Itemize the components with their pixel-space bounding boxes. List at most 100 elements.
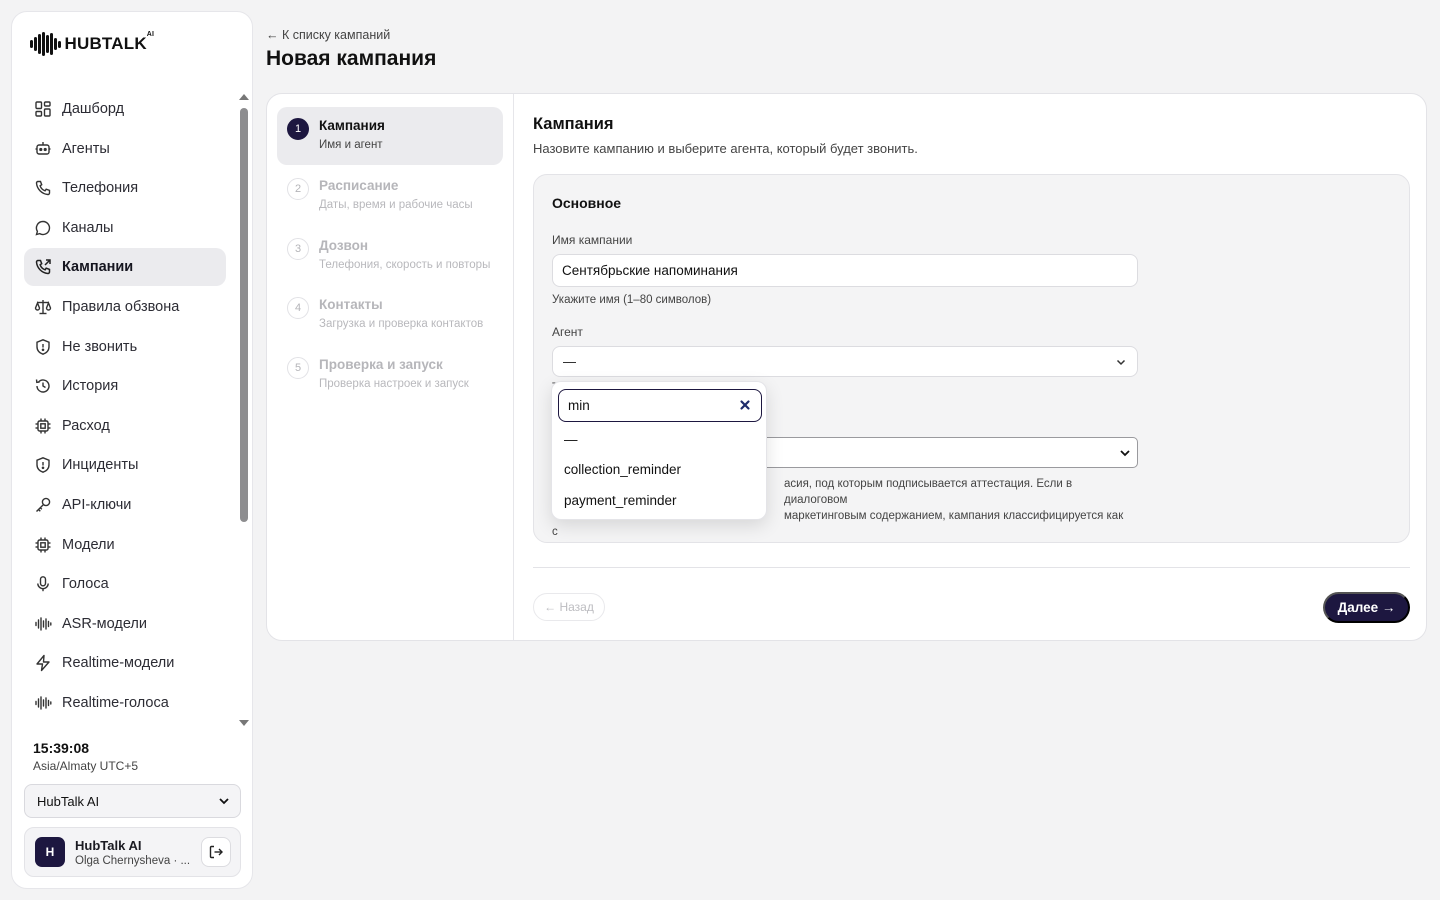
wizard-step-review-launch[interactable]: 5 Проверка и запуск Проверка настроек и … <box>277 346 503 404</box>
step-number: 3 <box>287 238 309 260</box>
clock-timezone: Asia/Almaty UTC+5 <box>33 759 139 773</box>
logout-icon <box>209 845 223 859</box>
agent-search-input[interactable]: min <box>558 389 762 422</box>
waveform-icon <box>35 617 52 631</box>
sidebar-item-agents[interactable]: Агенты <box>24 130 226 168</box>
sidebar-item-dashboard[interactable]: Дашборд <box>24 90 226 128</box>
sidebar-item-realtime-voices[interactable]: Realtime-голоса <box>24 684 226 722</box>
step-subtitle: Загрузка и проверка контактов <box>319 318 484 330</box>
sidebar-item-do-not-call[interactable]: Не звонить <box>24 328 226 366</box>
step-subtitle: Имя и агент <box>319 139 383 151</box>
sidebar-item-campaigns[interactable]: Кампании <box>24 248 226 287</box>
sidebar-item-realtime-models[interactable]: Realtime-модели <box>24 644 226 682</box>
divider <box>533 567 1410 568</box>
lightning-icon <box>36 655 50 672</box>
chevron-down-icon <box>1120 449 1130 456</box>
step-title: Дозвон <box>319 238 369 253</box>
wizard-step-contacts[interactable]: 4 Контакты Загрузка и проверка контактов <box>277 286 503 344</box>
agent-option[interactable]: payment_reminder <box>564 493 677 508</box>
sidebar-item-label: ASR-модели <box>62 615 147 632</box>
chat-icon <box>35 220 51 236</box>
step-title: Расписание <box>319 178 399 193</box>
clear-search-icon[interactable] <box>738 398 752 412</box>
shield-alert-icon <box>36 457 50 474</box>
wizard-step-schedule[interactable]: 2 Расписание Даты, время и рабочие часы <box>277 167 503 225</box>
campaign-name-input[interactable]: Сентябрьские напоминания <box>552 254 1138 287</box>
organization-select-value: HubTalk AI <box>37 793 100 809</box>
agent-option[interactable]: collection_reminder <box>564 462 681 477</box>
page-title: Новая кампания <box>266 47 437 70</box>
panel-title: Основное <box>552 195 622 211</box>
next-button[interactable]: Далее → <box>1323 592 1410 623</box>
step-subtitle: Проверка настроек и запуск <box>319 378 469 390</box>
chip-icon <box>35 537 51 553</box>
sidebar-item-label: Realtime-модели <box>62 655 175 672</box>
logout-button[interactable] <box>201 837 231 867</box>
scrollbar-thumb[interactable] <box>240 108 248 522</box>
back-button[interactable]: ← Назад <box>533 593 605 621</box>
wizard-step-dialing[interactable]: 3 Дозвон Телефония, скорость и повторы <box>277 227 503 285</box>
scale-icon <box>34 299 52 315</box>
sidebar-item-asr-models[interactable]: ASR-модели <box>24 605 226 643</box>
step-subtitle: Телефония, скорость и повторы <box>319 259 491 271</box>
sidebar-item-label: Агенты <box>62 140 110 157</box>
chevron-down-icon <box>1116 359 1126 365</box>
sidebar-item-voices[interactable]: Голоса <box>24 565 226 603</box>
step-title: Кампания <box>319 118 385 133</box>
waveform-icon <box>35 696 52 710</box>
sidebar-item-dial-rules[interactable]: Правила обзвона <box>24 288 226 326</box>
key-icon <box>36 497 51 512</box>
step-title: Контакты <box>319 297 383 312</box>
sidebar: HUBTALKAI Дашборд Агенты Телефония Канал… <box>11 11 253 889</box>
clock: 15:39:08 Asia/Almaty UTC+5 <box>33 740 138 773</box>
step-number: 1 <box>287 118 309 140</box>
section-description: Назовите кампанию и выберите агента, кот… <box>533 141 918 156</box>
agent-select-value: — <box>563 354 576 369</box>
step-title: Проверка и запуск <box>319 357 443 372</box>
wizard-step-campaign[interactable]: 1 Кампания Имя и агент <box>277 107 503 165</box>
dashboard-icon <box>35 101 51 117</box>
waveform-logo-icon <box>30 32 61 56</box>
help-text-line: с <box>552 526 558 538</box>
sidebar-item-models[interactable]: Модели <box>24 526 226 564</box>
sidebar-item-label: Realtime-голоса <box>62 694 169 711</box>
section-title: Кампания <box>533 115 614 133</box>
back-to-campaigns-link[interactable]: ← К списку кампаний <box>266 28 390 42</box>
wizard-card: 1 Кампания Имя и агент 2 Расписание Даты… <box>266 93 1427 641</box>
sidebar-item-incidents[interactable]: Инциденты <box>24 446 226 484</box>
scroll-up-arrow-icon[interactable] <box>239 94 249 100</box>
scroll-down-arrow-icon[interactable] <box>239 720 249 726</box>
sidebar-item-api-keys[interactable]: API-ключи <box>24 486 226 524</box>
campaign-name-label: Имя кампании <box>552 233 633 247</box>
step-number: 5 <box>287 357 309 379</box>
sidebar-item-label: Дашборд <box>62 101 125 117</box>
sidebar-item-label: История <box>62 378 119 395</box>
user-card: H HubTalk AI Olga Chernysheva · ... <box>24 827 241 877</box>
sidebar-item-label: Телефония <box>62 180 139 197</box>
phone-icon <box>35 180 51 196</box>
chevron-down-icon <box>219 798 229 805</box>
user-subtitle: Olga Chernysheva · ... <box>75 855 191 867</box>
sidebar-item-label: Не звонить <box>62 338 138 355</box>
clock-time: 15:39:08 <box>33 740 90 756</box>
robot-icon <box>35 141 51 155</box>
agent-dropdown: min — collection_reminder payment_remind… <box>551 381 767 520</box>
sidebar-item-history[interactable]: История <box>24 367 226 405</box>
agent-option[interactable]: — <box>564 432 578 447</box>
user-name: HubTalk AI <box>75 838 142 853</box>
avatar: H <box>35 837 65 867</box>
shield-icon <box>36 338 50 355</box>
sidebar-item-usage[interactable]: Расход <box>24 407 226 445</box>
step-number: 2 <box>287 178 309 200</box>
sidebar-item-label: Модели <box>62 536 115 553</box>
agent-select[interactable]: — <box>552 346 1138 377</box>
organization-select[interactable]: HubTalk AI <box>24 784 241 818</box>
chip-icon <box>35 418 51 434</box>
brand-name: HUBTALKAI <box>64 31 155 53</box>
sidebar-item-telephony[interactable]: Телефония <box>24 169 226 207</box>
sidebar-item-channels[interactable]: Каналы <box>24 209 226 247</box>
brand-logo[interactable]: HUBTALKAI <box>30 31 155 56</box>
sidebar-nav: Дашборд Агенты Телефония Каналы Кампании… <box>24 90 226 724</box>
sidebar-scrollbar[interactable] <box>239 94 249 726</box>
sidebar-item-label: API-ключи <box>62 496 132 513</box>
